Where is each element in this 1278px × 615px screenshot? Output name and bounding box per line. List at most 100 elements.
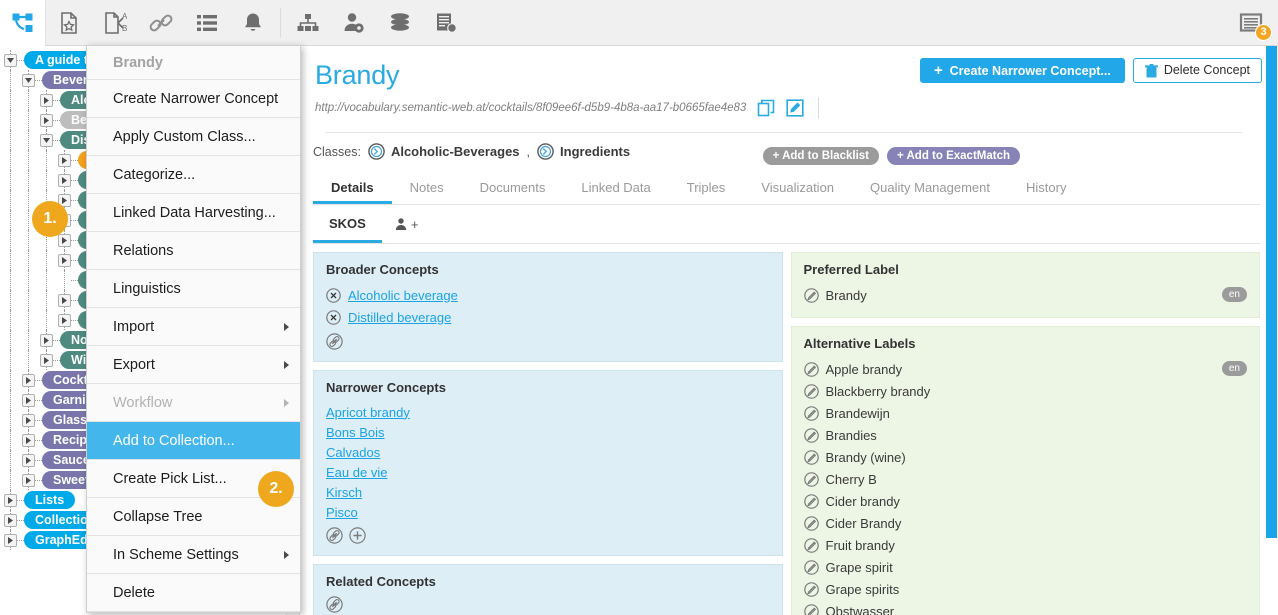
- class-item-ingredients[interactable]: Ingredients: [537, 143, 630, 160]
- server-button[interactable]: [423, 0, 469, 46]
- tree-expander-collapsed[interactable]: [22, 374, 35, 387]
- link-button[interactable]: [138, 0, 184, 46]
- context-menu-item-add-to-collection[interactable]: Add to Collection...: [87, 422, 300, 460]
- add-plus-label: +: [411, 217, 419, 232]
- edit-label-button[interactable]: [804, 450, 819, 465]
- edit-uri-button[interactable]: [786, 99, 804, 117]
- edit-label-button[interactable]: [804, 406, 819, 421]
- document-translate-icon: A B: [103, 11, 127, 35]
- tab-quality-management[interactable]: Quality Management: [852, 172, 1008, 204]
- console-log-button[interactable]: 3: [1228, 0, 1274, 46]
- tab-skos[interactable]: SKOS: [313, 205, 382, 243]
- concept-link[interactable]: Bons Bois: [326, 425, 385, 440]
- copy-uri-button[interactable]: [757, 99, 775, 117]
- main-scrollbar[interactable]: [1264, 46, 1278, 615]
- tree-expander-expanded[interactable]: [4, 54, 17, 67]
- tab-notes[interactable]: Notes: [392, 172, 462, 204]
- edit-label-button[interactable]: [804, 384, 819, 399]
- broader-link-button[interactable]: [326, 333, 343, 350]
- add-to-exactmatch-chip[interactable]: + Add to ExactMatch: [887, 147, 1020, 165]
- edit-label-button[interactable]: [804, 472, 819, 487]
- main-scrollbar-thumb[interactable]: [1266, 46, 1277, 538]
- tree-expander-collapsed[interactable]: [58, 174, 71, 187]
- edit-label-button[interactable]: [804, 582, 819, 597]
- narrower-add-button[interactable]: [349, 527, 366, 544]
- left-column: Broader Concepts Alcoholic beverageDisti…: [313, 252, 783, 615]
- concept-link[interactable]: Kirsch: [326, 485, 362, 500]
- concept-link[interactable]: Eau de vie: [326, 465, 387, 480]
- remove-relation-button[interactable]: [326, 288, 341, 303]
- tab-documents[interactable]: Documents: [462, 172, 564, 204]
- tree-expander-collapsed[interactable]: [22, 454, 35, 467]
- notifications-button[interactable]: [230, 0, 276, 46]
- create-narrower-concept-button[interactable]: + Create Narrower Concept...: [920, 58, 1125, 83]
- add-language-scheme-button[interactable]: +: [382, 217, 419, 232]
- edit-label-button[interactable]: [804, 516, 819, 531]
- tree-expander-collapsed[interactable]: [58, 294, 71, 307]
- delete-concept-button[interactable]: Delete Concept: [1133, 58, 1262, 83]
- context-menu-item-linked-data-harvesting[interactable]: Linked Data Harvesting...: [87, 194, 300, 232]
- tree-node-label[interactable]: Lists: [24, 491, 75, 509]
- document-translate-button[interactable]: A B: [92, 0, 138, 46]
- tree-expander-collapsed[interactable]: [58, 314, 71, 327]
- concept-link[interactable]: Pisco: [326, 505, 358, 520]
- edit-label-button[interactable]: [804, 428, 819, 443]
- hierarchy-button[interactable]: [285, 0, 331, 46]
- language-badge: en: [1222, 361, 1247, 376]
- concept-link[interactable]: Alcoholic beverage: [348, 288, 458, 303]
- edit-label-button[interactable]: [804, 288, 819, 303]
- tab-details[interactable]: Details: [313, 172, 392, 204]
- tab-history[interactable]: History: [1008, 172, 1084, 204]
- tree-expander-collapsed[interactable]: [58, 254, 71, 267]
- tree-expander-collapsed[interactable]: [22, 414, 35, 427]
- edit-label-button[interactable]: [804, 604, 819, 615]
- label-text: Blackberry brandy: [826, 384, 931, 399]
- concept-link[interactable]: Calvados: [326, 445, 380, 460]
- context-menu-item-import[interactable]: Import: [87, 308, 300, 346]
- concept-link[interactable]: Apricot brandy: [326, 405, 410, 420]
- context-menu-item-export[interactable]: Export: [87, 346, 300, 384]
- tree-expander-collapsed[interactable]: [58, 154, 71, 167]
- context-menu-item-create-narrower-concept[interactable]: Create Narrower Concept: [87, 80, 300, 118]
- edit-label-button[interactable]: [804, 494, 819, 509]
- list-button[interactable]: [184, 0, 230, 46]
- tree-expander-collapsed[interactable]: [58, 234, 71, 247]
- tab-triples[interactable]: Triples: [669, 172, 744, 204]
- context-menu-item-apply-custom-class[interactable]: Apply Custom Class...: [87, 118, 300, 156]
- context-menu-item-in-scheme-settings[interactable]: In Scheme Settings: [87, 536, 300, 574]
- context-menu-item-delete[interactable]: Delete: [87, 574, 300, 612]
- tree-expander-collapsed[interactable]: [22, 474, 35, 487]
- class-item-alcoholic-beverages[interactable]: Alcoholic-Beverages: [368, 143, 520, 160]
- label-row: Brandewijn: [804, 402, 1248, 424]
- tree-expander-expanded[interactable]: [40, 134, 53, 147]
- tree-expander-collapsed[interactable]: [22, 434, 35, 447]
- tree-expander-expanded[interactable]: [22, 74, 35, 87]
- tree-expander-collapsed[interactable]: [4, 514, 17, 527]
- tree-expander-collapsed[interactable]: [40, 94, 53, 107]
- tree-expander-collapsed[interactable]: [4, 534, 17, 547]
- tab-linked-data[interactable]: Linked Data: [563, 172, 668, 204]
- tree-expander-collapsed[interactable]: [40, 334, 53, 347]
- add-to-blacklist-chip[interactable]: + Add to Blacklist: [763, 147, 879, 165]
- edit-label-button[interactable]: [804, 538, 819, 553]
- related-link-button[interactable]: [326, 596, 343, 613]
- context-menu-item-categorize[interactable]: Categorize...: [87, 156, 300, 194]
- remove-relation-button[interactable]: [326, 310, 341, 325]
- tree-expander-collapsed[interactable]: [22, 394, 35, 407]
- bookmark-document-button[interactable]: [46, 0, 92, 46]
- label-text: Brandy: [826, 288, 867, 303]
- context-menu-item-relations[interactable]: Relations: [87, 232, 300, 270]
- context-menu[interactable]: Brandy Create Narrower ConceptApply Cust…: [86, 45, 301, 613]
- narrower-link-button[interactable]: [326, 527, 343, 544]
- user-settings-button[interactable]: [331, 0, 377, 46]
- edit-label-button[interactable]: [804, 560, 819, 575]
- tree-expander-collapsed[interactable]: [40, 354, 53, 367]
- tab-visualization[interactable]: Visualization: [743, 172, 852, 204]
- database-button[interactable]: [377, 0, 423, 46]
- context-menu-item-linguistics[interactable]: Linguistics: [87, 270, 300, 308]
- app-logo[interactable]: [0, 0, 46, 46]
- tree-expander-collapsed[interactable]: [4, 494, 17, 507]
- tree-expander-collapsed[interactable]: [40, 114, 53, 127]
- concept-link[interactable]: Distilled beverage: [348, 310, 451, 325]
- edit-label-button[interactable]: [804, 362, 819, 377]
